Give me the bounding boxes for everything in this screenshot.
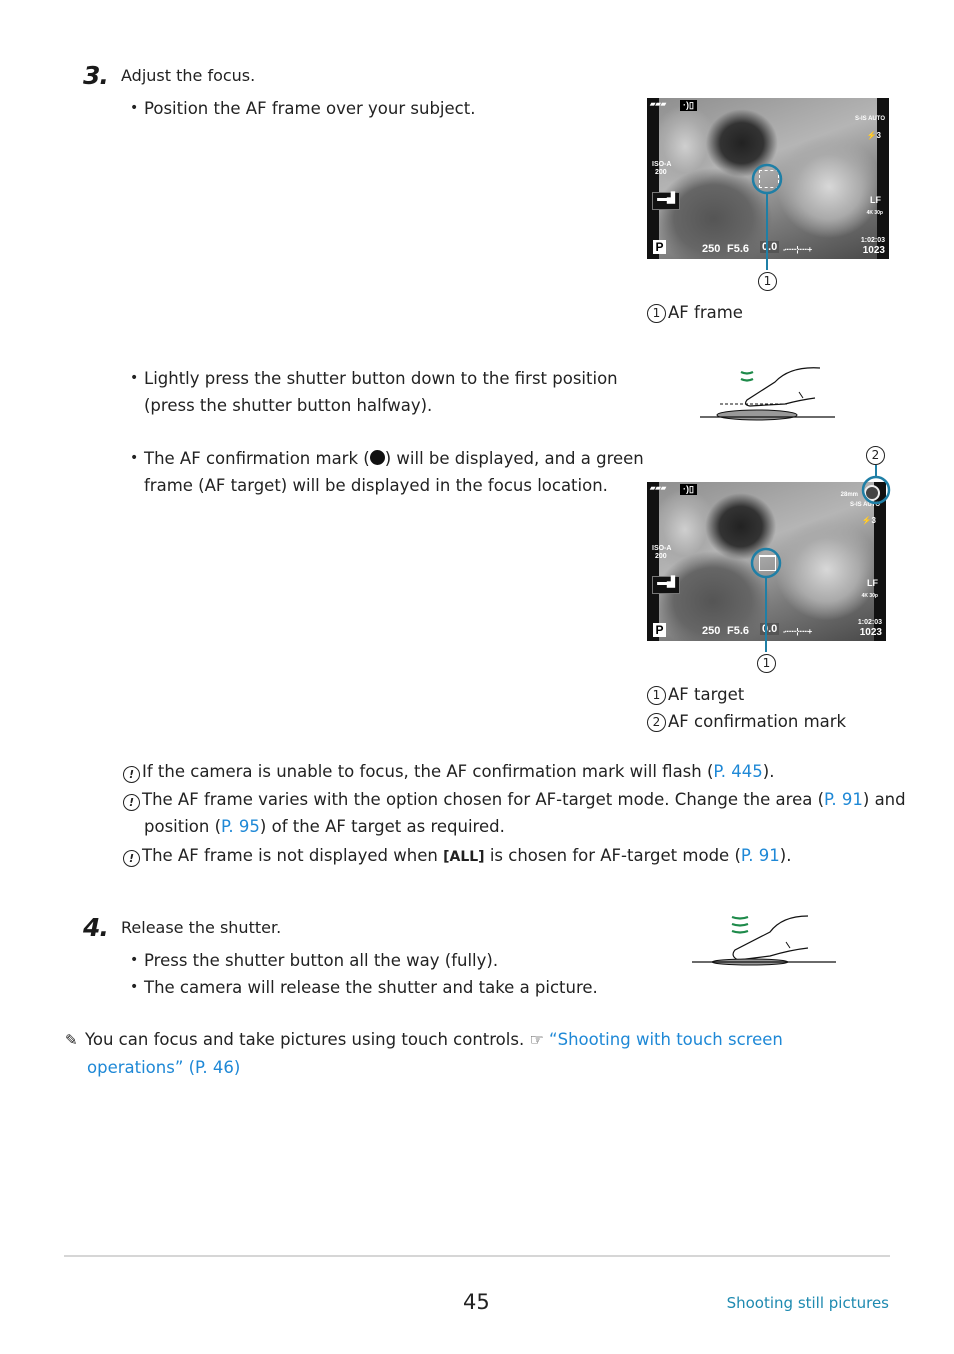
link-p445[interactable]: P. 445 [713,762,762,781]
green-arrow-icon [731,929,749,934]
callout-2: 2 [866,445,887,465]
bullet-dot: • [130,952,139,968]
link-p91[interactable]: P. 91 [824,790,863,809]
legend-label-af-confirmation: AF confirmation mark [668,712,847,731]
legend-number: 1 [647,304,666,323]
note-2: ! The AF frame varies with the option cho… [123,786,914,840]
legend-label-af-target: AF target [668,685,745,704]
callout-1: 1 [757,653,778,673]
callout-circle-2 [861,475,891,505]
bullet-dot: • [130,979,139,995]
note-1: ! If the camera is unable to focus, the A… [123,758,893,785]
shutter-button-icon [716,409,798,421]
figure2-legend: 1 AF target 2 AF confirmation mark [647,681,846,735]
bullet-text: Lightly press the shutter button down to… [144,369,618,415]
bullet-dot: • [130,450,139,466]
bullet-text: The AF confirmation mark ( [144,449,370,468]
list-item: • The AF confirmation mark () will be di… [130,445,644,499]
bullet-text: Position the AF frame over your subject. [144,99,476,118]
af-confirmation-dot-icon [369,450,385,465]
list-item: • Position the AF frame over your subjec… [130,95,604,122]
af-all-mode-icon: [ALL] [443,849,485,865]
legend-item: 2 AF confirmation mark [647,708,846,735]
page-number: 45 [463,1290,490,1314]
step-3-title: Adjust the focus. [121,66,256,85]
figure1-legend: 1 AF frame [647,299,743,326]
bullet-dot: • [130,100,139,116]
step-3-number: 3. [83,61,109,90]
section-link[interactable]: Shooting still pictures [727,1294,889,1312]
bullet-dot: • [130,370,139,386]
step-4-number: 4. [83,913,109,942]
link-p91-2[interactable]: P. 91 [741,846,780,865]
link-p95[interactable]: P. 95 [221,817,260,836]
caution-icon: ! [123,850,140,867]
af-target-callouts [750,465,891,652]
af-frame-callout [751,163,783,270]
tip-text: You can focus and take pictures using to… [85,1030,525,1049]
footer-divider [64,1255,890,1257]
finger-icon [732,915,809,961]
green-arrow-icon [731,915,749,920]
note-3: ! The AF frame is not displayed when [ALL… [123,842,893,871]
legend-item: 1 AF target [647,681,846,708]
callout-1: 1 [758,271,779,291]
reference-hand-icon: ☞ [529,1030,544,1049]
shutter-half-press-illustration [700,367,835,421]
list-item: • Lightly press the shutter button down … [130,365,624,419]
list-item: • Press the shutter button all the way (… [130,947,624,974]
tip-lightbulb-icon: ✎ [65,1031,78,1049]
finger-icon [744,367,821,407]
shutter-full-press-illustration [692,915,836,966]
callout-circle [751,163,783,195]
callout-circle-1 [750,547,782,579]
legend-label-af-frame: AF frame [668,303,743,322]
list-item: • The camera will release the shutter an… [130,974,624,1001]
green-arrow-icon [740,370,754,375]
caution-icon: ! [123,766,140,783]
caution-icon: ! [123,794,140,811]
step-4-title: Release the shutter. [121,918,282,937]
green-arrow-icon [731,922,749,927]
tip: ✎ You can focus and take pictures using t… [65,1026,847,1081]
green-arrow-icon [740,377,754,382]
